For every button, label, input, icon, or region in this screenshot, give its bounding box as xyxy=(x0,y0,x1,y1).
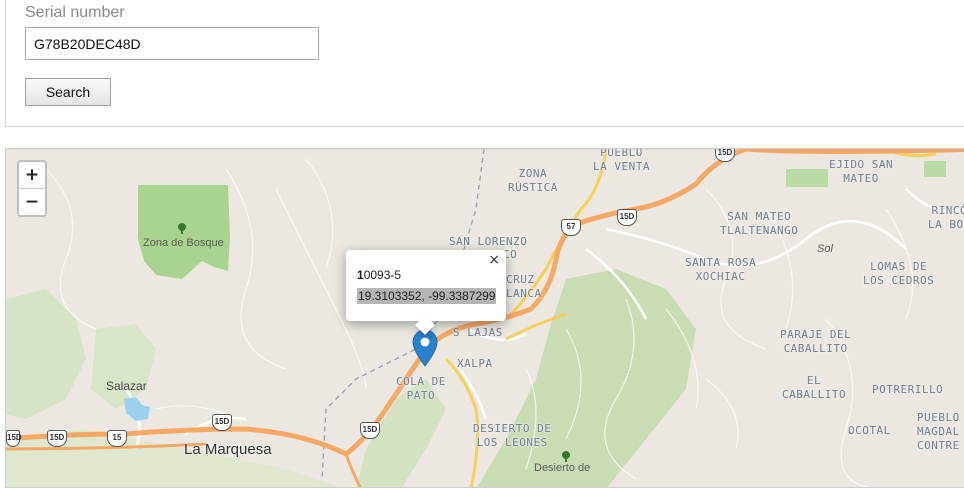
label-xalpa: XALPA xyxy=(457,357,493,370)
map[interactable]: Zona de Bosque Salazar La Marquesa PUEBL… xyxy=(5,148,964,488)
highway-shield: 15D xyxy=(617,209,637,226)
label-zona-rustica: ZONA RÚSTICA xyxy=(508,167,558,194)
highway-shield: 15D xyxy=(212,414,232,431)
popup-coordinates: 19.3103352, -99.3387299 xyxy=(357,288,497,304)
label-cruz-blanca: CRUZ LANCA xyxy=(506,273,542,300)
search-button[interactable]: Search xyxy=(25,78,111,106)
highway-shield: 15D xyxy=(6,430,22,447)
highway-shield: 57 xyxy=(561,219,581,236)
highway-shield: 15 xyxy=(107,430,127,447)
label-ocotal: OCOTAL xyxy=(848,424,891,437)
label-las-lajas: S LAJAS xyxy=(453,326,503,339)
serial-number-label: Serial number xyxy=(25,4,125,21)
highway-shield: 15D xyxy=(47,430,67,447)
marker-popup: × 10093-5 19.3103352, -99.3387299 xyxy=(346,250,506,335)
label-pueblo-magdalena-contreras: PUEBLO MAGDAL CONTRE xyxy=(917,411,960,452)
zoom-in-button[interactable]: + xyxy=(19,162,45,189)
label-lomas-de-los-cedros: LOMAS DE LOS CEDROS xyxy=(863,260,935,287)
label-santa-rosa-xochiac: SANTA ROSA XOCHIAC xyxy=(685,256,757,283)
label-ejido-san-mateo: EJIDO SAN MATEO xyxy=(829,158,894,185)
label-desierto-park: Desierto de xyxy=(534,462,591,474)
label-potrerillo: POTRERILLO xyxy=(872,383,944,396)
label-paraje-del-caballito: PARAJE DEL CABALLITO xyxy=(780,328,852,355)
label-el-caballito: EL CABALLITO xyxy=(782,374,847,401)
label-sol: Sol xyxy=(817,243,833,255)
label-cola-de-pato: COLA DE PATO xyxy=(396,375,446,402)
zoom-control: + − xyxy=(17,160,47,217)
serial-number-input[interactable] xyxy=(25,27,319,60)
highway-shield: 15D xyxy=(360,422,380,439)
label-desierto-de-los-leones: DESIERTO DE LOS LEONES xyxy=(473,422,552,449)
label-la-marquesa: La Marquesa xyxy=(184,441,272,458)
zoom-out-button[interactable]: − xyxy=(19,189,45,215)
search-panel: Serial number Search xyxy=(5,0,964,127)
label-san-mateo-tlaltenango: SAN MATEO TLALTENANGO xyxy=(720,210,799,237)
label-salazar: Salazar xyxy=(106,379,147,393)
popup-title: 10093-5 xyxy=(357,268,402,282)
label-pueblo-la-venta: PUEBLO LA VENTA xyxy=(593,148,650,173)
label-zona-de-bosque: Zona de Bosque xyxy=(143,237,224,249)
label-rincon-la-bolsa: RINCÓNLA BOLS xyxy=(928,204,964,231)
label-san-lorenzo: SAN LORENZO xyxy=(449,235,528,248)
close-icon[interactable]: × xyxy=(488,252,500,268)
